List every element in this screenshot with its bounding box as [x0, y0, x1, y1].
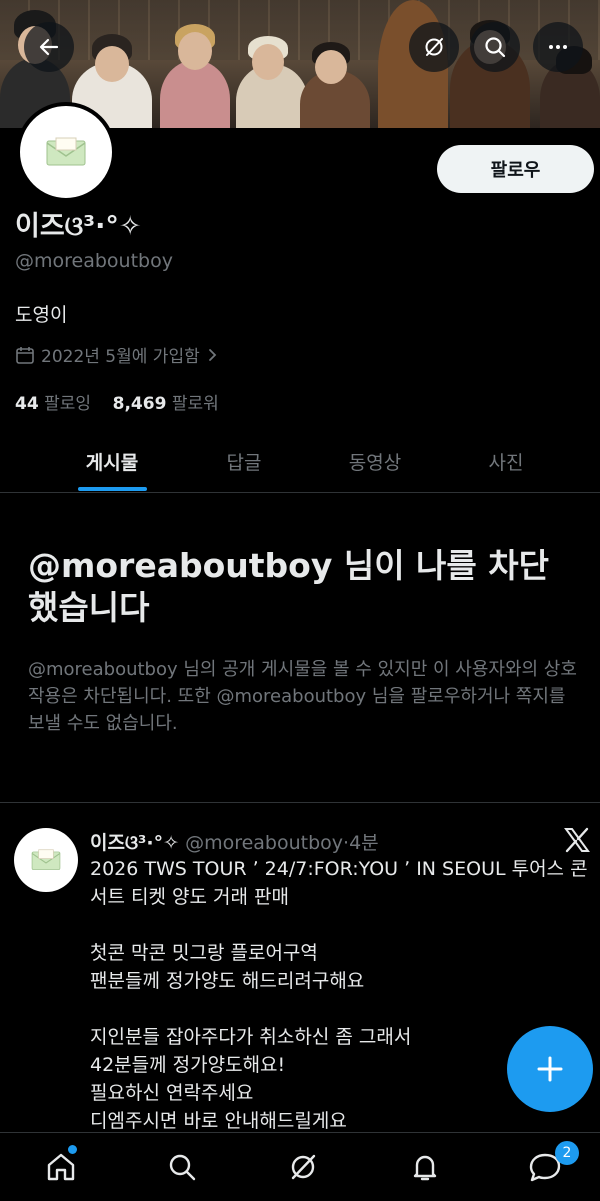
more-button[interactable]	[533, 22, 583, 72]
profile-avatar[interactable]	[16, 102, 116, 202]
display-name: 이즈ଓ³·°✧	[15, 211, 142, 242]
profile-bio: 도영이	[15, 304, 68, 326]
chevron-right-icon	[208, 348, 217, 361]
nav-notifications[interactable]	[405, 1147, 445, 1187]
envelope-icon	[46, 137, 86, 166]
tab-videos[interactable]: 동영상	[300, 430, 450, 492]
follow-stats: 44 팔로잉 8,469 팔로워	[15, 389, 219, 414]
tweet-handle: @moreaboutboy	[185, 832, 344, 854]
followers-label: 팔로워	[171, 394, 219, 414]
joined-text: 2022년 5월에 가입함	[41, 347, 200, 367]
messages-badge: 2	[555, 1141, 579, 1165]
tab-posts[interactable]: 게시물	[37, 430, 187, 492]
arrow-left-icon	[39, 38, 59, 56]
tweet-line: 팬분들께 정가양도 해드리려구해요	[90, 970, 365, 992]
search-icon	[485, 37, 506, 58]
tweet-time: 4분	[349, 832, 379, 854]
tab-replies[interactable]: 답글	[169, 430, 319, 492]
nav-search[interactable]	[162, 1147, 202, 1187]
grok-icon	[425, 38, 443, 56]
more-icon	[549, 45, 567, 49]
home-notification-dot	[68, 1145, 77, 1154]
tweet-author: 이즈ଓ³·°✧	[90, 832, 180, 854]
grok-icon	[291, 1154, 316, 1180]
back-button[interactable]	[24, 22, 74, 72]
following-count: 44	[15, 394, 39, 414]
tab-photos[interactable]: 사진	[431, 430, 581, 492]
followers-count: 8,469	[112, 394, 167, 414]
tweet-line: 디엠주시면 바로 안내해드릴게요	[90, 1110, 347, 1132]
envelope-icon	[31, 849, 61, 870]
search-icon	[169, 1154, 196, 1181]
grok-button[interactable]	[409, 22, 459, 72]
profile-tabs: 게시물 답글 동영상 사진	[0, 430, 600, 493]
active-tab-indicator	[78, 487, 147, 491]
tweet-line: 2026 TWS TOUR ʼ 24/7:FOR:YOU ʼ IN SEOUL …	[90, 858, 588, 908]
blocked-description: @moreaboutboy 님의 공개 게시물을 볼 수 있지만 이 사용자와의…	[28, 659, 577, 734]
bottom-nav	[0, 1132, 600, 1201]
x-logo-icon	[564, 827, 590, 853]
followers-link[interactable]: 8,469 팔로워	[113, 394, 219, 414]
tweet-avatar[interactable]	[14, 828, 78, 892]
plus-icon	[537, 1056, 563, 1082]
nav-grok[interactable]	[283, 1147, 323, 1187]
notifications-icon	[413, 1155, 437, 1181]
divider	[0, 802, 600, 803]
following-label: 팔로잉	[44, 394, 91, 414]
tweet-header: 이즈ଓ³·°✧ @moreaboutboy·4분	[90, 828, 379, 855]
search-button[interactable]	[470, 22, 520, 72]
calendar-icon	[16, 346, 34, 364]
compose-button[interactable]	[507, 1026, 593, 1112]
follow-button[interactable]: 팔로우	[437, 145, 594, 193]
tweet-line: 첫콘 막콘 밋그랑 플로어구역	[90, 942, 318, 964]
joined-date[interactable]: 2022년 5월에 가입함	[15, 342, 220, 367]
home-icon	[47, 1153, 75, 1181]
blocked-title: @moreaboutboy 님이 나를 차단했습니다	[28, 546, 549, 627]
user-handle: @moreaboutboy	[15, 250, 173, 272]
following-link[interactable]: 44 팔로잉	[15, 394, 91, 414]
